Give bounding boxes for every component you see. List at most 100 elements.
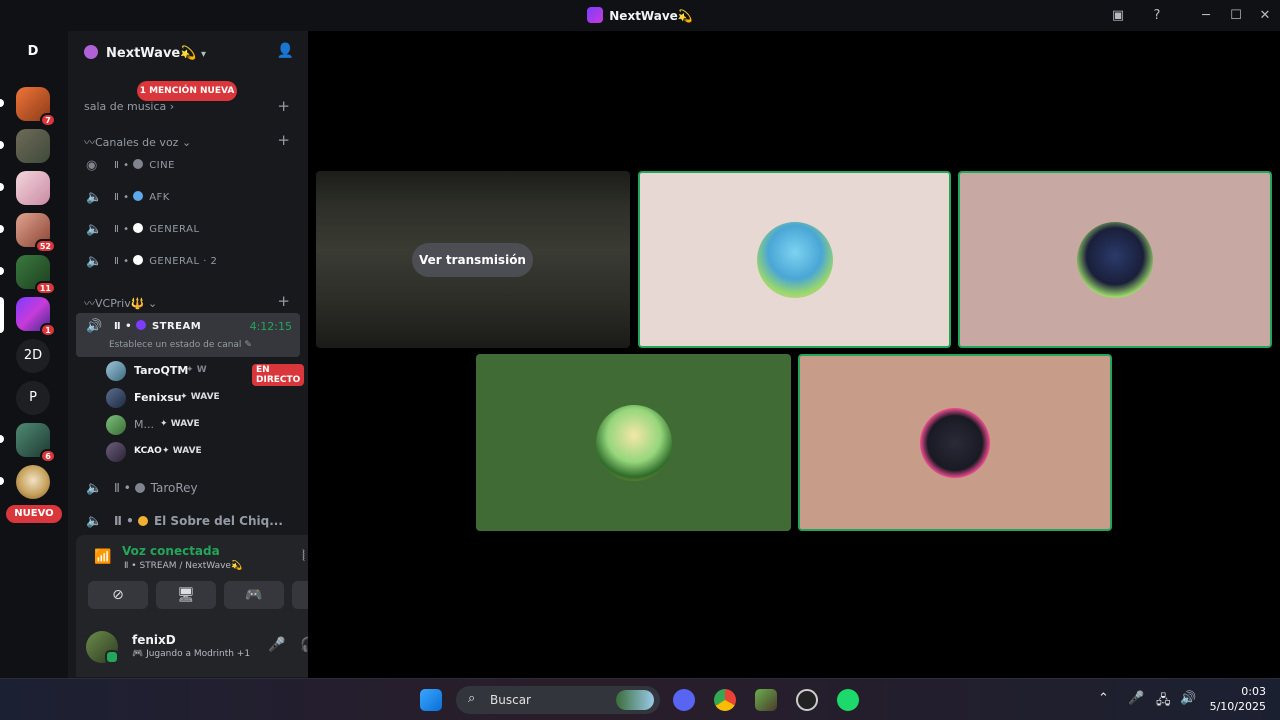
participant-avatar	[756, 221, 833, 298]
avatar	[106, 442, 126, 462]
voice-channel-sobre[interactable]: 🔈 Ⅱ • El Sobre del Chiq...	[76, 508, 300, 536]
signal-icon[interactable]: 📶	[94, 549, 111, 565]
server-name[interactable]: NextWave💫 ▾	[84, 45, 206, 61]
system-clock[interactable]: 0:03 5/10/2025	[1210, 684, 1266, 714]
watch-stream-button[interactable]: Ver transmisión	[412, 243, 533, 277]
category-voice[interactable]: 〰Canales de voz ⌄	[84, 134, 191, 150]
guild-icon-p[interactable]: P	[16, 381, 50, 415]
voice-channel-general[interactable]: 🔈 Ⅱ • GENERAL	[76, 216, 300, 244]
unread-pill	[0, 99, 4, 107]
guild-icon[interactable]: 11	[16, 255, 56, 295]
participant-tile[interactable]	[638, 171, 951, 348]
channel-emoji-icon	[135, 320, 146, 330]
avatar	[106, 361, 126, 381]
guild-icon[interactable]	[16, 465, 50, 499]
voice-channel-tarorey[interactable]: 🔈 Ⅱ • TaroRey	[76, 475, 300, 503]
chevron-down-icon: ▾	[200, 49, 206, 60]
add-channel-icon[interactable]: +	[277, 97, 290, 115]
add-member-icon[interactable]: 👤	[277, 43, 294, 59]
sleep-icon	[133, 191, 144, 201]
channel-timer: 4:12:15	[249, 320, 292, 333]
chrome-taskbar-icon[interactable]	[714, 689, 736, 711]
pencil-icon: ✎	[244, 340, 252, 350]
maximize-button[interactable]: ☐	[1226, 6, 1246, 26]
mention-banner[interactable]: 1 MENCIÓN NUEVA	[137, 81, 237, 101]
camera-off-button[interactable]: ⊘	[88, 581, 148, 609]
new-indicator[interactable]: NUEVO	[6, 505, 62, 523]
chevron-up-icon[interactable]: ⌃	[1098, 691, 1109, 706]
add-channel-icon[interactable]: +	[277, 292, 290, 310]
participant-tile[interactable]	[798, 354, 1112, 531]
network-icon[interactable]: 🖧	[1156, 691, 1171, 713]
mention-badge: 11	[34, 281, 56, 295]
channel-sidebar: NextWave💫 ▾ 👤 1 MENCIÓN NUEVA sala de mu…	[68, 31, 366, 678]
sparkle-icon: 〰	[84, 297, 95, 310]
minimize-button[interactable]: ─	[1196, 6, 1216, 26]
channel-status[interactable]: Establece un estado de canal ✎	[109, 340, 252, 350]
music-room-label[interactable]: sala de musica ›	[84, 100, 174, 113]
obs-taskbar-icon[interactable]	[796, 689, 818, 711]
mention-badge: 1	[40, 323, 56, 337]
help-icon[interactable]: ?	[1147, 6, 1167, 26]
speech-bubble-icon	[133, 223, 144, 233]
voice-user[interactable]: M... ✦ WAVE	[106, 413, 296, 437]
minecraft-taskbar-icon[interactable]	[755, 689, 777, 711]
mention-badge: 52	[34, 239, 56, 253]
voice-channel-afk[interactable]: 🔈 Ⅱ • AFK	[76, 184, 300, 212]
mention-badge: 7	[40, 113, 56, 127]
close-button[interactable]: ✕	[1255, 6, 1275, 26]
screen-share-button[interactable]: 🖥	[156, 581, 216, 609]
modrinth-taskbar-icon[interactable]	[837, 689, 859, 711]
stream-preview-tile[interactable]: Ver transmisión	[316, 171, 630, 348]
search-icon: ⌕	[468, 691, 476, 706]
channel-emoji-icon	[133, 159, 144, 169]
guild-icon[interactable]: 7	[16, 87, 56, 127]
microphone-icon[interactable]: 🎤	[268, 637, 285, 653]
username[interactable]: fenixD	[132, 633, 176, 647]
participant-avatar	[920, 407, 990, 478]
voice-channel-stream[interactable]: 🔊 Ⅱ • STREAM 4:12:15 Establece un estado…	[76, 313, 300, 357]
stage-icon: ◉	[86, 158, 98, 173]
voice-stage: Ver transmisión	[308, 31, 1280, 678]
voice-user[interactable]: Fenixsu ✦ WAVE	[106, 386, 296, 410]
voice-channel-cine[interactable]: ◉ Ⅱ • CINE	[76, 152, 300, 180]
activities-button[interactable]: 🎮	[224, 581, 284, 609]
taskbar-search[interactable]: ⌕ Buscar	[456, 686, 660, 714]
voice-channel-path[interactable]: Ⅱ • STREAM / NextWave💫	[124, 561, 242, 571]
microphone-tray-icon[interactable]: 🎤	[1128, 691, 1144, 706]
unread-pill	[0, 225, 4, 233]
volume-icon[interactable]: 🔊	[1180, 691, 1196, 706]
guild-icon-2d[interactable]: 2D	[16, 339, 50, 373]
server-header[interactable]: NextWave💫 ▾ 👤	[68, 31, 308, 75]
windows-start-icon[interactable]	[420, 689, 442, 711]
voice-channel-general-2[interactable]: 🔈 Ⅱ • GENERAL · 2	[76, 248, 300, 276]
speaker-icon: 🔈	[86, 222, 103, 237]
speaker-icon: 🔈	[86, 254, 103, 269]
speech-bubble-icon	[133, 255, 144, 265]
channel-emoji-icon	[134, 483, 145, 493]
search-highlight-icon	[616, 690, 654, 710]
guild-icon[interactable]	[16, 129, 50, 163]
participant-tile[interactable]	[476, 354, 791, 531]
participant-tile[interactable]	[958, 171, 1272, 348]
guild-icon[interactable]: 6	[16, 423, 56, 463]
home-icon[interactable]: D	[16, 35, 50, 69]
category-vcpriv[interactable]: 〰VCPriv🔱 ⌄	[84, 295, 157, 311]
envelope-icon	[137, 516, 148, 526]
discord-taskbar-icon[interactable]	[673, 689, 695, 711]
add-channel-icon[interactable]: +	[277, 131, 290, 149]
inbox-icon[interactable]: ▣	[1108, 6, 1128, 26]
voice-user[interactable]: TaroQTM ✦ W EN DIRECTO	[106, 359, 305, 386]
speaker-icon: 🔊	[86, 319, 103, 334]
speaker-icon: 🔈	[86, 481, 103, 496]
avatar[interactable]	[86, 631, 119, 664]
guild-icon[interactable]	[16, 171, 50, 205]
voice-status[interactable]: Voz conectada	[122, 544, 220, 558]
title-bar: NextWave💫 ▣ ? ─ ☐ ✕	[0, 0, 1280, 31]
guild-icon[interactable]: 52	[16, 213, 56, 253]
noise-suppression-icon[interactable]: ⦚	[302, 547, 305, 565]
guild-icon-nextwave[interactable]: 1	[16, 297, 56, 337]
server-icon	[84, 45, 98, 59]
avatar	[106, 415, 126, 435]
voice-user[interactable]: KCAO ✦ WAVE	[106, 440, 296, 464]
